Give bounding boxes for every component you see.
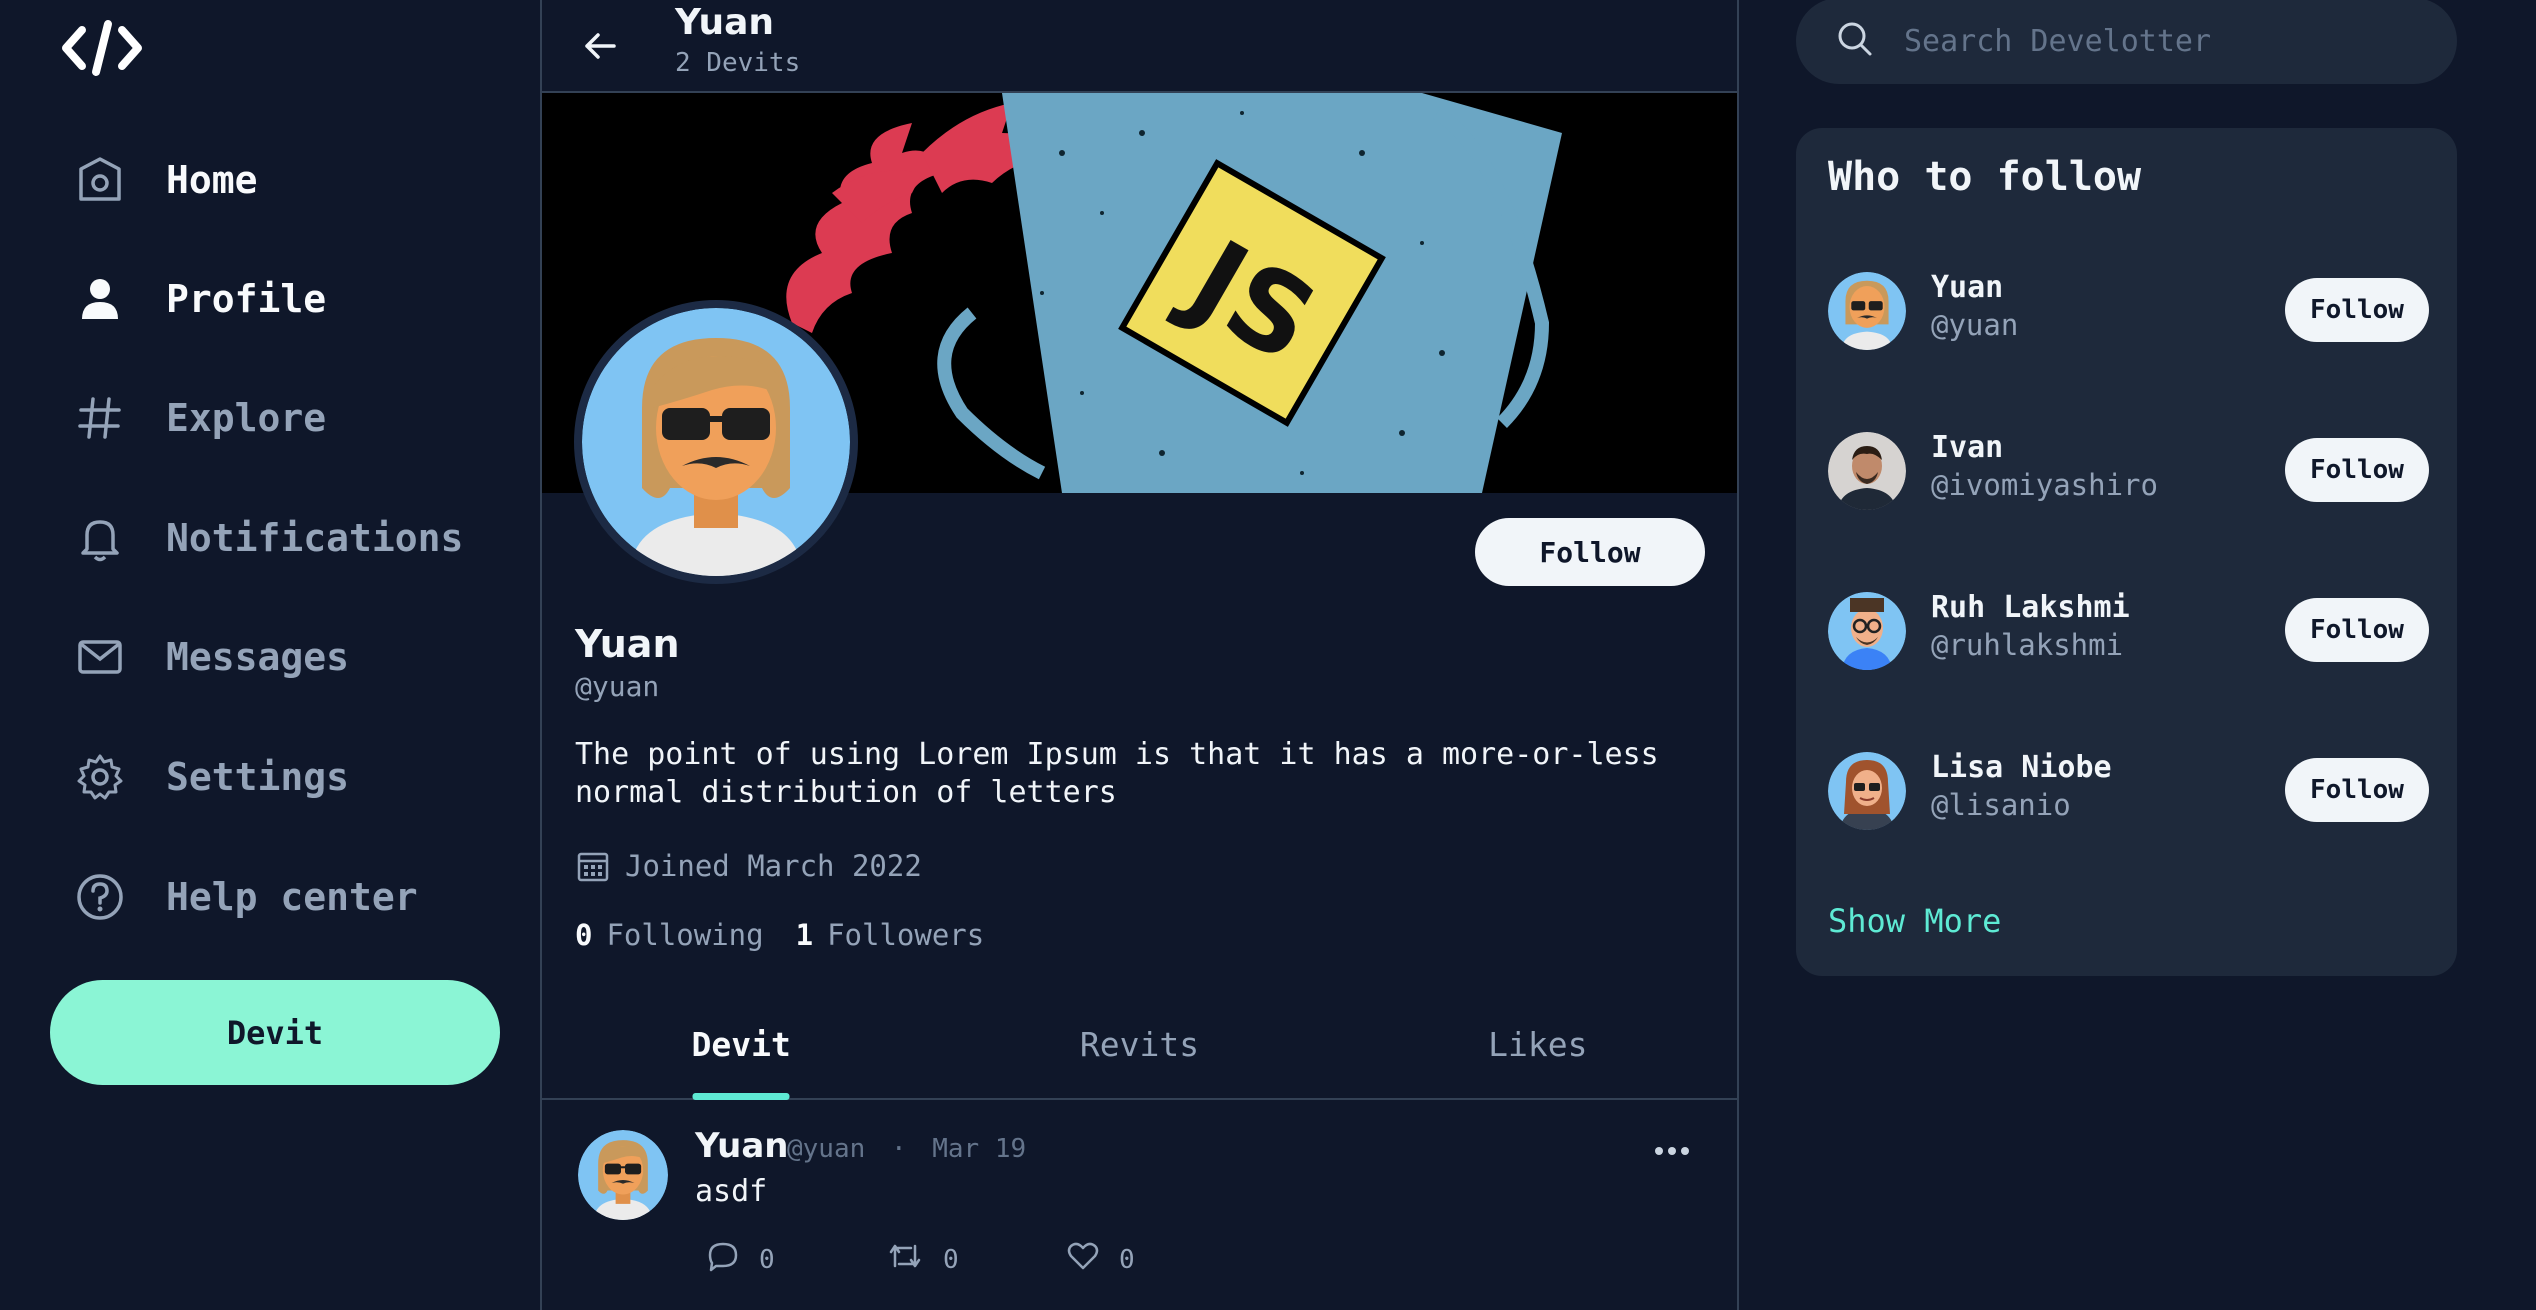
profile-joined: Joined March 2022	[575, 848, 922, 884]
help-icon	[72, 869, 128, 925]
who-to-follow-panel: Who to follow Yuan @yuan Follow Ivan @iv…	[1796, 128, 2457, 976]
calendar-icon	[575, 848, 611, 884]
avatar[interactable]	[1828, 592, 1906, 670]
comment-icon	[707, 1240, 759, 1279]
nav-label: Notifications	[166, 516, 464, 560]
like-count: 0	[1119, 1244, 1135, 1275]
post-meta: @yuan · Mar 19	[787, 1134, 1026, 1164]
nav-label: Explore	[166, 396, 327, 440]
post-handle: @yuan	[787, 1134, 866, 1164]
tab-revits[interactable]: Revits	[940, 990, 1338, 1098]
follow-button[interactable]: Follow	[1475, 518, 1705, 586]
profile-header: Yuan 2 Devits	[542, 0, 1737, 93]
following-label: Following	[606, 918, 764, 952]
home-icon	[72, 152, 128, 208]
header-devit-count: 2 Devits	[675, 48, 801, 78]
more-options-icon[interactable]	[1647, 1136, 1697, 1166]
avatar[interactable]	[1828, 432, 1906, 510]
nav-item-messages[interactable]: Messages	[72, 617, 349, 697]
devit-post[interactable]: Yuan @yuan · Mar 19 asdf 0 0 0	[542, 1100, 1737, 1310]
profile-name: Yuan	[575, 622, 680, 666]
devit-button[interactable]: Devit	[50, 980, 500, 1085]
nav-label: Settings	[166, 755, 350, 799]
post-separator: ·	[890, 1134, 907, 1164]
nav-item-help-center[interactable]: Help center	[72, 857, 418, 937]
suggestion-row[interactable]: Ivan @ivomiyashiro Follow	[1828, 430, 2429, 514]
who-to-follow-title: Who to follow	[1828, 154, 2142, 200]
suggestion-handle: @lisanio	[1931, 788, 2071, 822]
post-date[interactable]: Mar 19	[932, 1134, 1026, 1164]
nav-label: Home	[166, 158, 258, 202]
following-stat[interactable]: 0 Following	[575, 918, 764, 952]
sidebar: Home Profile Explore Notifications Messa…	[0, 0, 540, 1310]
heart-icon	[1067, 1240, 1119, 1279]
like-action[interactable]: 0	[1067, 1240, 1247, 1279]
followers-label: Followers	[827, 918, 985, 952]
profile-handle: @yuan	[575, 670, 660, 703]
back-arrow-icon[interactable]	[572, 18, 628, 74]
nav-item-profile[interactable]: Profile	[72, 259, 326, 339]
following-count: 0	[575, 918, 593, 952]
show-more-link[interactable]: Show More	[1828, 902, 2001, 940]
code-logo-icon[interactable]	[60, 18, 144, 78]
followers-count: 1	[795, 918, 814, 952]
suggestion-row[interactable]: Yuan @yuan Follow	[1828, 270, 2429, 354]
revit-count: 0	[943, 1244, 959, 1275]
post-avatar[interactable]	[578, 1130, 668, 1220]
reply-action[interactable]: 0	[707, 1240, 887, 1279]
follow-button[interactable]: Follow	[2285, 758, 2429, 822]
profile-stats: 0 Following 1 Followers	[575, 918, 1016, 952]
user-icon	[72, 271, 128, 327]
nav-label: Messages	[166, 635, 350, 679]
search-input[interactable]	[1904, 23, 2424, 59]
follow-button[interactable]: Follow	[2285, 278, 2429, 342]
suggestion-row[interactable]: Lisa Niobe @lisanio Follow	[1828, 750, 2429, 834]
suggestion-name: Ivan	[1931, 430, 2004, 465]
nav-item-home[interactable]: Home	[72, 140, 258, 220]
suggestion-name: Ruh Lakshmi	[1931, 590, 2130, 625]
profile-tabs: Devit Revits Likes	[542, 990, 1737, 1100]
profile-avatar[interactable]	[574, 300, 858, 584]
right-column: Who to follow Yuan @yuan Follow	[1739, 0, 2536, 1310]
joined-text: Joined March 2022	[625, 849, 922, 883]
hashtag-icon	[72, 390, 128, 446]
nav-item-notifications[interactable]: Notifications	[72, 498, 463, 578]
gear-icon	[72, 749, 128, 805]
revit-icon	[887, 1240, 943, 1279]
reply-count: 0	[759, 1244, 775, 1275]
envelope-icon	[72, 629, 128, 685]
followers-stat[interactable]: 1 Followers	[796, 918, 985, 952]
suggestion-handle: @ivomiyashiro	[1931, 468, 2158, 502]
nav-item-settings[interactable]: Settings	[72, 737, 349, 817]
post-actions: 0 0 0	[707, 1240, 1247, 1279]
suggestion-row[interactable]: Ruh Lakshmi @ruhlakshmi Follow	[1828, 590, 2429, 674]
suggestion-name: Lisa Niobe	[1931, 750, 2112, 785]
revit-action[interactable]: 0	[887, 1240, 1067, 1279]
suggestion-handle: @ruhlakshmi	[1931, 628, 2124, 662]
profile-column: Yuan 2 Devits JS Follow Yuan @yuan The p…	[540, 0, 1739, 1310]
follow-button[interactable]: Follow	[2285, 438, 2429, 502]
tab-devit[interactable]: Devit	[542, 990, 940, 1098]
post-text: asdf	[695, 1174, 768, 1209]
nav-label: Profile	[166, 277, 327, 321]
bell-icon	[72, 510, 128, 566]
search-bar[interactable]	[1796, 0, 2457, 84]
nav-item-explore[interactable]: Explore	[72, 378, 326, 458]
post-author-name[interactable]: Yuan	[695, 1126, 789, 1166]
suggestion-handle: @yuan	[1931, 308, 2019, 342]
suggestion-name: Yuan	[1931, 270, 2004, 305]
follow-button[interactable]: Follow	[2285, 598, 2429, 662]
profile-bio: The point of using Lorem Ipsum is that i…	[575, 737, 1659, 810]
search-icon	[1836, 20, 1874, 62]
nav-label: Help center	[166, 875, 418, 919]
tab-likes[interactable]: Likes	[1339, 990, 1737, 1098]
header-name: Yuan	[675, 2, 774, 43]
avatar[interactable]	[1828, 752, 1906, 830]
avatar[interactable]	[1828, 272, 1906, 350]
